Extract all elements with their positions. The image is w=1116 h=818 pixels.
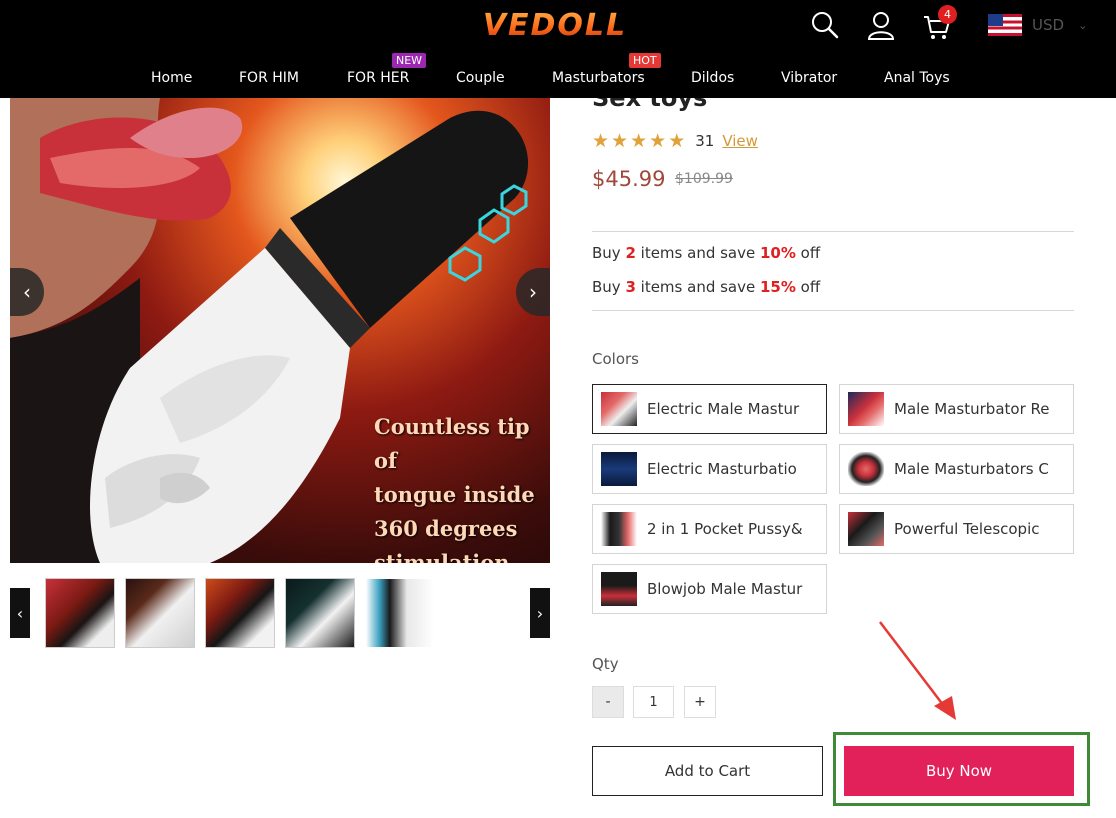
color-thumbnail	[848, 512, 884, 546]
star-icon: ★	[630, 130, 648, 152]
thumbnail-5[interactable]	[365, 578, 435, 648]
chevron-left-icon: ‹	[23, 280, 31, 304]
color-option-label: Electric Male Mastur	[647, 400, 800, 418]
offer-qty: 2	[625, 244, 636, 262]
qty-decrease-button[interactable]: -	[592, 686, 624, 718]
image-overlay-text: Countless tip of tongue inside 360 degre…	[374, 410, 550, 563]
annotation-arrow-icon	[879, 621, 956, 720]
offer-text: Buy	[592, 244, 626, 262]
overlay-line: tongue inside	[374, 482, 535, 507]
nav-item-for-him[interactable]: FOR HIM	[239, 70, 299, 86]
us-flag-icon	[988, 14, 1022, 36]
color-thumbnail	[601, 572, 637, 606]
color-option-7[interactable]: Blowjob Male Mastur	[592, 564, 827, 614]
hot-badge: HOT	[629, 53, 661, 68]
offer-qty: 3	[625, 278, 636, 296]
offer-text: off	[795, 244, 821, 262]
color-option-6[interactable]: Powerful Telescopic	[839, 504, 1074, 554]
view-reviews-link[interactable]: View	[722, 132, 758, 150]
offer-text: items and save	[635, 278, 760, 296]
color-option-4[interactable]: Male Masturbators C	[839, 444, 1074, 494]
star-icon: ★	[592, 130, 610, 152]
color-thumbnail	[601, 452, 637, 486]
thumbnail-prev-button[interactable]: ‹	[10, 588, 30, 638]
review-count: 31	[695, 132, 715, 150]
product-main-image[interactable]: Countless tip of tongue inside 360 degre…	[10, 98, 550, 563]
thumbnail-1[interactable]	[45, 578, 115, 648]
chevron-left-icon: ‹	[16, 603, 24, 623]
original-price: $109.99	[675, 171, 733, 187]
color-thumbnail	[848, 392, 884, 426]
nav-item-vibrator[interactable]: Vibrator	[781, 70, 837, 86]
color-option-3[interactable]: Electric Masturbatio	[592, 444, 827, 494]
qty-input[interactable]	[633, 686, 674, 718]
offer-percent: 15%	[760, 278, 796, 296]
star-icon: ★	[668, 130, 686, 152]
color-option-label: Blowjob Male Mastur	[647, 580, 803, 598]
search-icon[interactable]	[810, 10, 840, 40]
bulk-offer-1: Buy 2 items and save 10% off	[592, 244, 820, 262]
thumbnail-2[interactable]	[125, 578, 195, 648]
nav-item-for-her[interactable]: FOR HER	[347, 70, 409, 86]
colors-label: Colors	[592, 350, 639, 368]
thumbnail-3[interactable]	[205, 578, 275, 648]
nav-item-couple[interactable]: Couple	[456, 70, 505, 86]
overlay-line: Countless tip of	[374, 414, 530, 473]
divider	[592, 231, 1074, 232]
cart-count-badge: 4	[938, 5, 957, 24]
divider	[592, 310, 1074, 311]
color-option-label: 2 in 1 Pocket Pussy&	[647, 520, 803, 538]
nav-item-masturbators[interactable]: Masturbators	[552, 70, 645, 86]
qty-increase-button[interactable]: +	[684, 686, 716, 718]
color-option-2[interactable]: Male Masturbator Re	[839, 384, 1074, 434]
user-icon[interactable]	[866, 10, 896, 40]
nav-item-home[interactable]: Home	[151, 70, 192, 86]
thumbnail-4[interactable]	[285, 578, 355, 648]
overlay-line: stimulation	[374, 550, 510, 563]
thumbnail-strip: ‹ ›	[10, 578, 550, 648]
nav-item-anal-toys[interactable]: Anal Toys	[884, 70, 950, 86]
color-option-label: Powerful Telescopic	[894, 520, 1040, 538]
current-price: $45.99	[592, 167, 666, 191]
chevron-down-icon: ⌄	[1078, 18, 1088, 32]
nav-item-dildos[interactable]: Dildos	[691, 70, 734, 86]
color-option-label: Male Masturbators C	[894, 460, 1049, 478]
color-thumbnail	[848, 452, 884, 486]
offer-text: Buy	[592, 278, 626, 296]
color-thumbnail	[601, 392, 637, 426]
product-rating: ★ ★ ★ ★ ★ 31 View	[592, 131, 758, 151]
color-option-label: Male Masturbator Re	[894, 400, 1050, 418]
currency-label: USD	[1032, 16, 1065, 34]
currency-selector[interactable]: USD ⌄	[988, 14, 1087, 36]
thumbnail-next-button[interactable]: ›	[530, 588, 550, 638]
star-icon: ★	[611, 130, 629, 152]
chevron-right-icon: ›	[529, 280, 537, 304]
add-to-cart-button[interactable]: Add to Cart	[592, 746, 823, 796]
color-option-label: Electric Masturbatio	[647, 460, 797, 478]
offer-text: items and save	[635, 244, 760, 262]
bulk-offer-2: Buy 3 items and save 15% off	[592, 278, 820, 296]
site-header: VEDOLL 4 USD ⌄ Home FOR HIM FOR HER NEW …	[0, 0, 1116, 98]
site-logo[interactable]: VEDOLL	[480, 8, 630, 43]
new-badge: NEW	[392, 53, 427, 68]
star-icon: ★	[649, 130, 667, 152]
buy-now-button[interactable]: Buy Now	[844, 746, 1074, 796]
chevron-right-icon: ›	[536, 603, 544, 623]
offer-text: off	[795, 278, 821, 296]
qty-label: Qty	[592, 655, 619, 673]
color-option-1[interactable]: Electric Male Mastur	[592, 384, 827, 434]
color-option-5[interactable]: 2 in 1 Pocket Pussy&	[592, 504, 827, 554]
color-thumbnail	[601, 512, 637, 546]
offer-percent: 10%	[760, 244, 796, 262]
overlay-line: 360 degrees	[374, 516, 518, 541]
